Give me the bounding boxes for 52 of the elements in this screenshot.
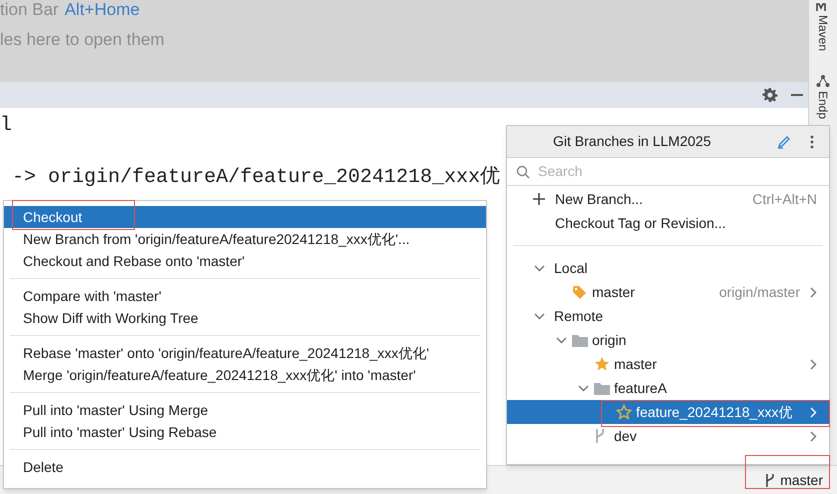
menu-item[interactable]: Pull into 'master' Using Rebase [4,421,486,443]
folder-icon [572,334,588,346]
plus-icon [533,193,545,205]
chevron-down-icon[interactable] [534,312,545,320]
pen-icon[interactable] [777,135,791,149]
popup-action[interactable]: Checkout Tag or Revision... [555,212,726,234]
chevron-right-icon[interactable] [810,286,817,298]
popup-title: Git Branches in LLM2025 [553,132,711,151]
settings-icon[interactable] [762,87,778,103]
chevron-down-icon[interactable] [534,264,545,272]
star-outline-icon [616,404,632,420]
menu-item[interactable]: Delete [4,456,486,478]
chevron-down-icon[interactable] [556,336,567,344]
endpoints-icon[interactable] [816,74,830,88]
tag-icon [572,284,587,300]
shortcut-text: Alt+Home [64,0,140,20]
search-icon [516,164,530,178]
menu-item[interactable]: Pull into 'master' Using Merge [4,399,486,421]
chevron-right-icon[interactable] [810,430,817,442]
folder-icon [594,382,610,394]
tree-row[interactable]: master [507,352,829,376]
code-line: -> origin/featureA/feature_20241218_xxx优 [12,166,500,189]
tree-row[interactable]: Local [507,256,829,280]
menu-item[interactable]: Rebase 'master' onto 'origin/featureA/feature_20241218_xxx优化' [4,342,486,364]
menu-item[interactable]: Compare with 'master' [4,285,486,307]
side-tool-tab[interactable]: Maven [814,15,832,52]
tree-row[interactable]: featureA [507,376,829,400]
menu-item[interactable]: Checkout [4,206,486,228]
tree-row[interactable]: origin [507,328,829,352]
menu-item[interactable]: Checkout and Rebase onto 'master' [4,250,486,272]
star-icon [594,356,610,372]
drop-hint: les here to open them [0,30,164,50]
chevron-right-icon[interactable] [810,358,817,370]
shortcut-text: Ctrl+Alt+N [752,190,817,208]
search-field[interactable]: Search [538,161,798,182]
code-line: l [0,114,12,137]
tree-row[interactable]: Remote [507,304,829,328]
menu-item[interactable]: Merge 'origin/featureA/feature_20241218_xxx优化' into 'master' [4,364,486,386]
more-icon[interactable] [809,135,815,149]
tree-row[interactable]: feature_20241218_xxx优 [507,400,829,424]
menu-item[interactable]: New Branch from 'origin/featureA/feature20241218_xxx优化'... [4,228,486,250]
branch-widget[interactable]: master [764,470,823,490]
branch-icon [594,428,606,444]
tree-row[interactable]: master origin/master [507,280,829,304]
tracking-text: origin/master [719,282,800,302]
menu-item[interactable]: Show Diff with Working Tree [4,307,486,329]
chevron-down-icon[interactable] [578,384,589,392]
side-tool-tab[interactable]: Endp [814,91,832,120]
popup-action[interactable]: New Branch... [555,188,643,210]
branch-icon [764,472,776,488]
tree-row[interactable]: dev [507,424,829,448]
navigation-hint: tion Bar [0,0,59,20]
